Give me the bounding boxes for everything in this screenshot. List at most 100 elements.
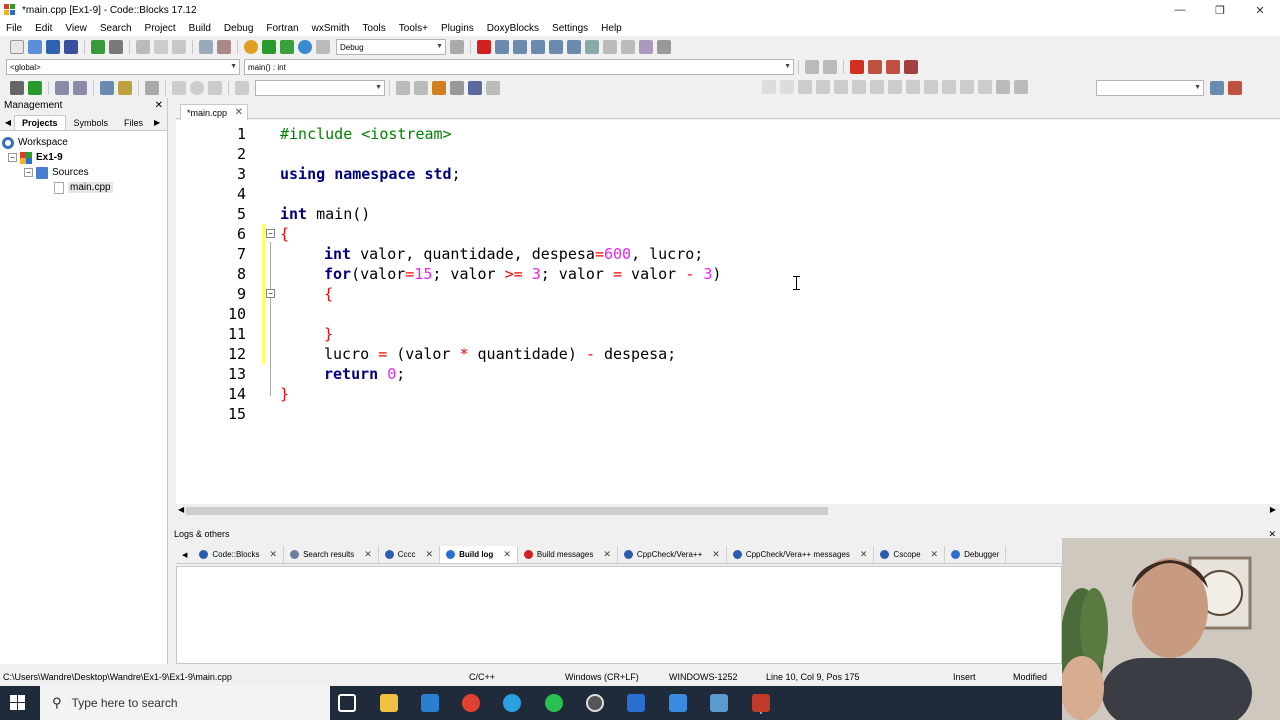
menu-tools-plus[interactable]: Tools+	[393, 23, 435, 34]
search-prev-icon[interactable]	[396, 81, 410, 95]
menu-fortran[interactable]: Fortran	[260, 23, 305, 34]
toggle-bookmark-icon[interactable]	[850, 60, 864, 74]
scrollbar-thumb[interactable]	[186, 507, 828, 515]
function-select[interactable]: main() : int ▼	[244, 59, 794, 75]
scroll-left-icon[interactable]: ◀	[178, 505, 184, 514]
zoom-out-icon[interactable]	[960, 80, 974, 94]
chevron-left-icon[interactable]: ◀	[2, 118, 14, 127]
tab-build-messages[interactable]: Build messages ✕	[518, 546, 618, 563]
menu-tools[interactable]: Tools	[356, 23, 392, 34]
dollar-icon[interactable]	[996, 80, 1010, 94]
menu-doxyblocks[interactable]: DoxyBlocks	[481, 23, 546, 34]
tree-folder-sources[interactable]: − Sources	[2, 165, 167, 180]
symbol-search-select[interactable]: ▼	[1096, 80, 1204, 96]
doxywizard-icon[interactable]	[100, 81, 114, 95]
next-instruction-icon[interactable]	[567, 40, 581, 54]
close-window-button[interactable]: ✕	[1240, 0, 1280, 20]
scroll-right-icon[interactable]: ▶	[1270, 505, 1276, 514]
tab-cppcheck-vera-messages[interactable]: CppCheck/Vera++ messages ✕	[727, 546, 875, 563]
menu-view[interactable]: View	[59, 23, 94, 34]
menu-wxsmith[interactable]: wxSmith	[306, 23, 357, 34]
codeblocks-taskbar-icon[interactable]	[752, 694, 770, 712]
menu-plugins[interactable]: Plugins	[435, 23, 481, 34]
selected-text-icon[interactable]	[450, 81, 464, 95]
incremental-search-select[interactable]: ▼	[255, 80, 385, 96]
task-view-icon[interactable]	[338, 694, 356, 712]
close-icon[interactable]: ✕	[603, 549, 611, 560]
tab-codeblocks-log[interactable]: Code::Blocks ✕	[193, 546, 285, 563]
tree-project[interactable]: − Ex1-9	[2, 150, 167, 165]
close-icon[interactable]: ✕	[364, 549, 372, 560]
open-file-icon[interactable]	[28, 40, 42, 54]
layout-5-icon[interactable]	[852, 80, 866, 94]
prev-bookmark-icon[interactable]	[868, 60, 882, 74]
next-line-icon[interactable]	[513, 40, 527, 54]
rebuild-icon[interactable]	[298, 40, 312, 54]
github-icon[interactable]	[586, 694, 604, 712]
layout-2-icon[interactable]	[798, 80, 812, 94]
tab-search-results[interactable]: Search results ✕	[284, 546, 379, 563]
tab-cccc[interactable]: Cccc ✕	[379, 546, 441, 563]
replace-icon[interactable]	[217, 40, 231, 54]
pause-icon[interactable]	[603, 40, 617, 54]
run-to-cursor-icon[interactable]	[495, 40, 509, 54]
close-icon[interactable]: ✕	[931, 549, 939, 560]
search-next-icon[interactable]	[414, 81, 428, 95]
compile-file-icon[interactable]	[10, 81, 24, 95]
next-bookmark-icon[interactable]	[886, 60, 900, 74]
tab-projects[interactable]: Projects	[13, 115, 66, 130]
stop-debug-icon[interactable]	[621, 40, 635, 54]
file-explorer-icon[interactable]	[380, 694, 398, 712]
tab-cppcheck-vera[interactable]: CppCheck/Vera++ ✕	[618, 546, 727, 563]
taskbar-search-box[interactable]: ⚲ Type here to search	[40, 686, 330, 720]
step-into-icon[interactable]	[531, 40, 545, 54]
debug-start-icon[interactable]	[477, 40, 491, 54]
tab-debugger[interactable]: Debugger	[945, 546, 1007, 563]
build-and-run-icon[interactable]	[280, 40, 294, 54]
doxy-line-comment-icon[interactable]	[73, 81, 87, 95]
jump-back-icon[interactable]	[805, 60, 819, 74]
tab-cscope[interactable]: Cscope ✕	[874, 546, 946, 563]
doxy-help-icon[interactable]	[118, 81, 132, 95]
match-case-icon[interactable]	[468, 81, 482, 95]
menu-file[interactable]: File	[0, 23, 29, 34]
chrome-icon[interactable]	[462, 694, 480, 712]
tree-file-main[interactable]: main.cpp	[2, 180, 167, 195]
run-file-icon[interactable]	[28, 81, 42, 95]
refresh-icon[interactable]	[1014, 80, 1028, 94]
settings-wrench-icon[interactable]	[145, 81, 159, 95]
telegram-icon[interactable]	[503, 694, 521, 712]
prev-icon[interactable]	[172, 81, 186, 95]
menu-help[interactable]: Help	[595, 23, 629, 34]
close-icon[interactable]: ✕	[155, 100, 163, 111]
scope-select[interactable]: <global> ▼	[6, 59, 240, 75]
step-out-icon[interactable]	[549, 40, 563, 54]
app-icon[interactable]	[710, 694, 728, 712]
zoom-in-icon[interactable]	[942, 80, 956, 94]
tab-symbols[interactable]: Symbols	[66, 115, 117, 130]
debug-windows-icon[interactable]	[639, 40, 653, 54]
layout-1-icon[interactable]	[780, 80, 794, 94]
chevron-left-icon[interactable]: ◀	[176, 551, 193, 559]
layout-7-icon[interactable]	[888, 80, 902, 94]
build-log-output[interactable]	[176, 566, 1062, 664]
collapse-icon[interactable]: −	[24, 168, 33, 177]
menu-project[interactable]: Project	[139, 23, 183, 34]
tree-workspace[interactable]: Workspace	[2, 135, 167, 150]
regex-icon[interactable]	[486, 81, 500, 95]
layout-3-icon[interactable]	[816, 80, 830, 94]
build-gear-icon[interactable]	[244, 40, 258, 54]
copy-icon[interactable]	[154, 40, 168, 54]
pointer-icon[interactable]	[762, 80, 776, 94]
save-icon[interactable]	[46, 40, 60, 54]
close-icon[interactable]: ✕	[270, 549, 278, 560]
search-options-icon[interactable]	[1228, 81, 1242, 95]
next-icon[interactable]	[208, 81, 222, 95]
zoom-reset-icon[interactable]	[978, 80, 992, 94]
doxy-comment-icon[interactable]	[55, 81, 69, 95]
close-icon[interactable]: ✕	[860, 549, 868, 560]
notepad-icon[interactable]	[669, 694, 687, 712]
layout-9-icon[interactable]	[924, 80, 938, 94]
whatsapp-icon[interactable]	[545, 694, 563, 712]
debug-info-icon[interactable]	[657, 40, 671, 54]
